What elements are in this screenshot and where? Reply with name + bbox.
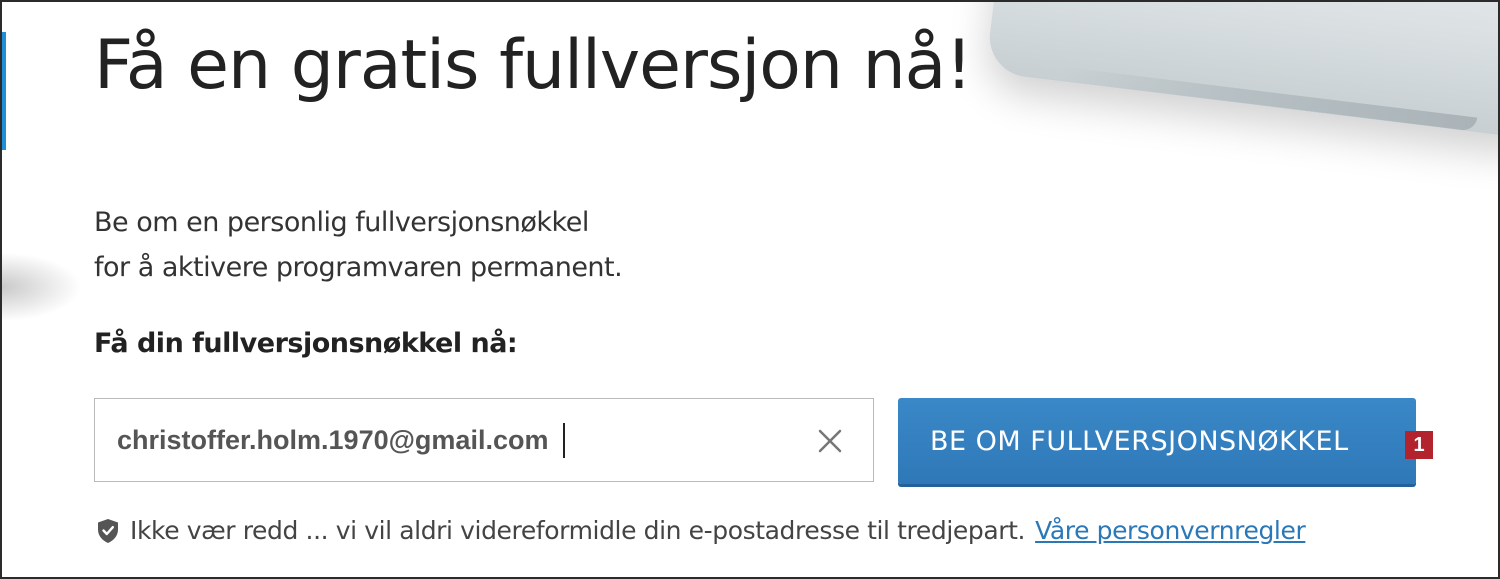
description-line-1: Be om en personlig fullversjonsnøkkel [94, 207, 589, 238]
description: Be om en personlig fullversjonsnøkkel fo… [94, 200, 623, 290]
request-key-button[interactable]: BE OM FULLVERSJONSNØKKEL [898, 398, 1416, 484]
step-badge: 1 [1405, 431, 1433, 459]
shield-icon [96, 518, 120, 544]
form-label: Få din fullversjonsnøkkel nå: [94, 328, 518, 359]
decorative-shadow [2, 252, 82, 322]
left-accent-bar [2, 32, 6, 150]
page-title: Få en gratis fullversjon nå! [94, 26, 973, 105]
text-caret [563, 423, 565, 458]
privacy-text: Ikke vær redd ... vi vil aldri viderefor… [130, 516, 1026, 545]
close-icon[interactable] [817, 428, 843, 454]
privacy-note: Ikke vær redd ... vi vil aldri viderefor… [96, 516, 1306, 545]
description-line-2: for å aktivere programvaren permanent. [94, 252, 623, 283]
privacy-policy-link[interactable]: Våre personvernregler [1035, 516, 1306, 545]
app-frame: Få en gratis fullversjon nå! Be om en pe… [0, 0, 1500, 579]
email-field[interactable] [117, 417, 777, 463]
email-field-container [94, 398, 874, 482]
